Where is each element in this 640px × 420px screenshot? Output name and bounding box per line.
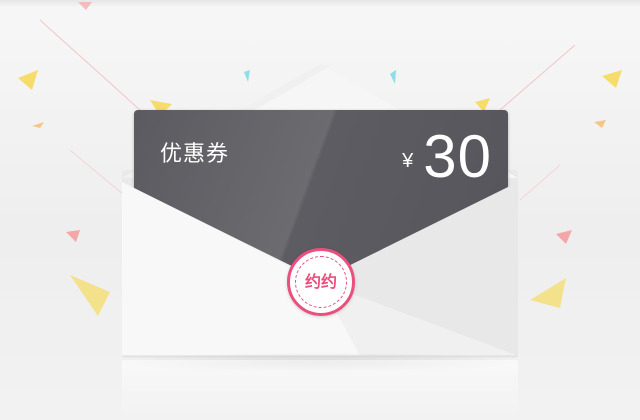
envelope-reflection	[122, 360, 518, 420]
wax-seal-icon: 约约	[287, 248, 355, 316]
coupon-stage: 优惠券 ¥30 约约	[0, 0, 640, 420]
seal-text: 约约	[304, 272, 337, 291]
